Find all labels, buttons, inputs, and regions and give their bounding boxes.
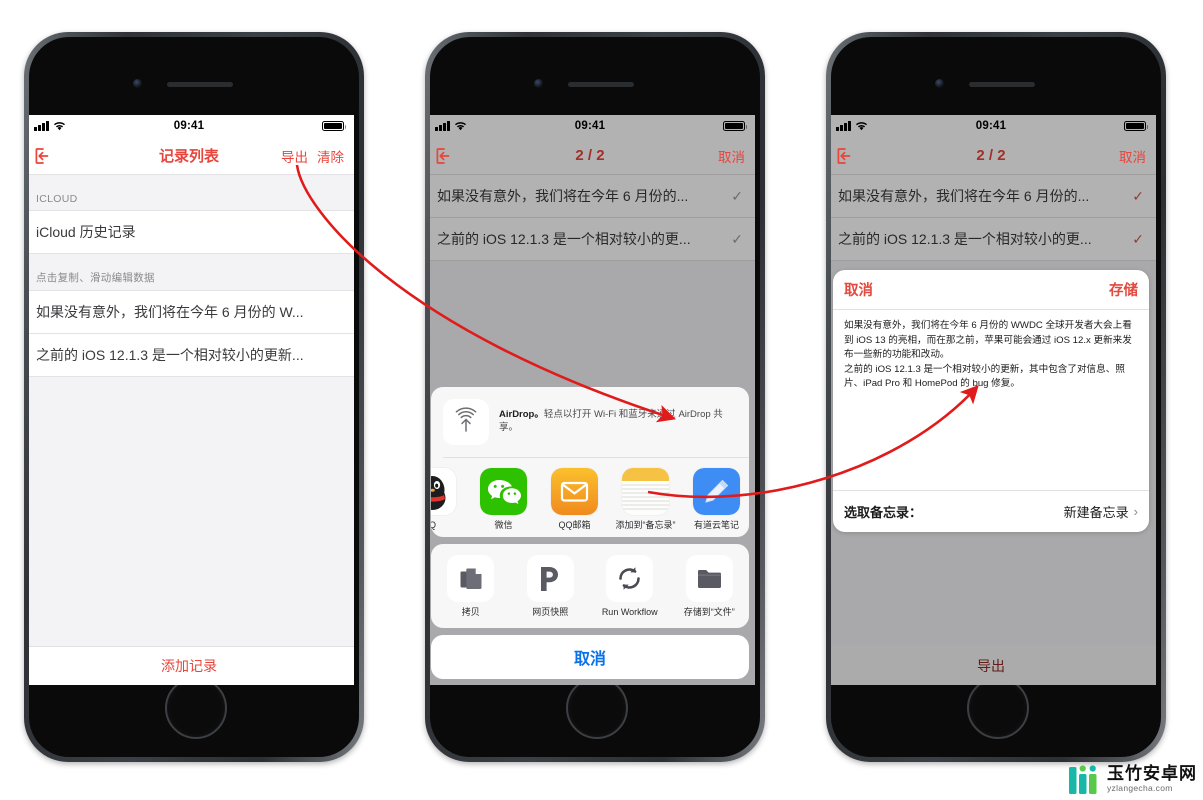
share-action-workflow[interactable]: Run Workflow xyxy=(590,555,670,619)
app-label: 微信 xyxy=(494,520,513,531)
nav-actions: 取消 xyxy=(1119,146,1146,166)
cancel-button[interactable]: 取消 xyxy=(718,146,745,166)
share-action-copy[interactable]: 拷贝 xyxy=(431,555,511,619)
add-record-button[interactable]: 添加记录 xyxy=(29,646,354,685)
app-label: 有道云笔记 xyxy=(693,520,739,531)
app-label: QQ邮箱 xyxy=(558,520,591,531)
watermark-url: yzlangecha.com xyxy=(1107,783,1173,794)
phone-record-list: 09:41 记录列表 导出 清除 ICLOUD iCloud 历史记录 点击复制… xyxy=(24,32,364,762)
phone-share-sheet: 09:41 2 / 2 取消 如果没有意外，我们将在今年 6 月份的... ✓ xyxy=(425,32,765,762)
share-action-row: 拷贝 网页快照 Run Workflow 存储到“文件” xyxy=(431,544,749,628)
record-list: ICLOUD iCloud 历史记录 点击复制、滑动编辑数据 如果没有意外，我们… xyxy=(29,175,354,685)
airdrop-row[interactable]: AirDrop。轻点以打开 Wi-Fi 和蓝牙来通过 AirDrop 共享。 xyxy=(431,387,749,457)
airdrop-text: AirDrop。轻点以打开 Wi-Fi 和蓝牙来通过 AirDrop 共享。 xyxy=(499,409,737,435)
list-item[interactable]: 之前的 iOS 12.1.3 是一个相对较小的更新... xyxy=(29,334,354,377)
phone-notes-compose: 09:41 2 / 2 取消 如果没有意外，我们将在今年 6 月份的... ✓ xyxy=(826,32,1166,762)
clear-button[interactable]: 清除 xyxy=(317,146,344,166)
phone-screen-bezel: 09:41 2 / 2 取消 如果没有意外，我们将在今年 6 月份的... ✓ xyxy=(430,37,760,757)
chevron-right-icon: › xyxy=(1133,504,1138,519)
share-action-pocket[interactable]: 网页快照 xyxy=(511,555,591,619)
status-right xyxy=(322,121,346,131)
action-label: Run Workflow xyxy=(601,607,658,618)
notes-cancel-button[interactable]: 取消 xyxy=(844,279,873,300)
copy-icon xyxy=(447,555,495,603)
notes-paragraph-2: 之前的 iOS 12.1.3 是一个相对较小的更新，其中包含了对信息、照片、iP… xyxy=(844,363,1125,390)
notes-save-button[interactable]: 存储 xyxy=(1109,279,1138,300)
notes-picker-value: 新建备忘录 xyxy=(1063,505,1129,520)
cancel-button[interactable]: 取消 xyxy=(431,635,749,679)
share-app-youdao[interactable]: 有道云笔记 xyxy=(681,468,749,531)
exit-icon[interactable] xyxy=(34,147,54,165)
list-item[interactable]: iCloud 历史记录 xyxy=(29,210,354,254)
nav-actions: 导出 清除 xyxy=(281,146,344,166)
export-button[interactable]: 导出 xyxy=(281,146,308,166)
youdao-icon xyxy=(693,468,740,516)
share-app-notes[interactable]: 添加到“备忘录” xyxy=(610,468,681,531)
notes-icon xyxy=(622,468,669,516)
notes-paragraph-1: 如果没有意外，我们将在今年 6 月份的 WWDC 全球开发者大会上看到 iOS … xyxy=(844,320,1132,361)
qqmail-icon xyxy=(551,468,598,516)
status-time: 09:41 xyxy=(173,120,205,132)
airdrop-icon xyxy=(443,399,489,446)
list-item[interactable]: 如果没有意外，我们将在今年 6 月份的 W... xyxy=(29,290,354,334)
share-app-wechat[interactable]: 微信 xyxy=(468,468,539,531)
status-bar: 09:41 xyxy=(29,115,354,137)
nav-bar: 记录列表 导出 清除 xyxy=(29,137,354,175)
home-button[interactable] xyxy=(967,677,1029,739)
notes-body[interactable]: 如果没有意外，我们将在今年 6 月份的 WWDC 全球开发者大会上看到 iOS … xyxy=(833,310,1149,490)
screen-record-list: 09:41 记录列表 导出 清除 ICLOUD iCloud 历史记录 点击复制… xyxy=(29,115,354,685)
qq-icon xyxy=(431,468,456,516)
earpiece-speaker xyxy=(167,82,233,87)
notes-picker-value-wrap: 新建备忘录 › xyxy=(1064,502,1138,521)
notes-picker-label: 选取备忘录： xyxy=(844,505,923,520)
airdrop-title: AirDrop。 xyxy=(499,409,544,421)
section-header-icloud: ICLOUD xyxy=(36,193,78,205)
exit-icon[interactable] xyxy=(836,147,856,165)
share-app-row: Q 微信 QQ邮箱 添加到“备忘录” 有道云笔记 xyxy=(431,458,749,537)
wechat-icon xyxy=(480,468,527,516)
nav-actions: 取消 xyxy=(718,146,745,166)
front-camera-icon xyxy=(534,79,543,88)
action-label: 存储到“文件” xyxy=(683,607,735,618)
action-label: 网页快照 xyxy=(532,607,569,618)
earpiece-speaker xyxy=(969,82,1035,87)
share-sheet: AirDrop。轻点以打开 Wi-Fi 和蓝牙来通过 AirDrop 共享。 Q… xyxy=(431,387,749,679)
home-button[interactable] xyxy=(566,677,628,739)
battery-icon xyxy=(322,121,346,131)
watermark: 玉竹安卓网 yzlangecha.com xyxy=(1068,762,1197,796)
cancel-button[interactable]: 取消 xyxy=(1119,146,1146,166)
front-camera-icon xyxy=(133,79,142,88)
folder-icon xyxy=(685,555,733,603)
app-label: 添加到“备忘录” xyxy=(615,520,676,531)
notes-picker-row[interactable]: 选取备忘录： 新建备忘录 › xyxy=(833,490,1149,532)
exit-icon[interactable] xyxy=(435,147,455,165)
workflow-icon xyxy=(606,555,654,603)
share-apps-card: AirDrop。轻点以打开 Wi-Fi 和蓝牙来通过 AirDrop 共享。 Q… xyxy=(431,387,749,538)
watermark-text: 玉竹安卓网 yzlangecha.com xyxy=(1107,765,1197,793)
app-label: Q xyxy=(431,520,436,531)
watermark-logo-icon xyxy=(1069,765,1097,794)
phone-screen-bezel: 09:41 2 / 2 取消 如果没有意外，我们将在今年 6 月份的... ✓ xyxy=(831,37,1161,757)
phone-screen-bezel: 09:41 记录列表 导出 清除 ICLOUD iCloud 历史记录 点击复制… xyxy=(29,37,359,757)
front-camera-icon xyxy=(935,79,944,88)
action-label: 拷贝 xyxy=(461,607,480,618)
share-action-files[interactable]: 存储到“文件” xyxy=(670,555,750,619)
watermark-title: 玉竹安卓网 xyxy=(1107,764,1197,784)
notes-sheet-header: 取消 存储 xyxy=(833,270,1149,310)
screen-notes-compose: 09:41 2 / 2 取消 如果没有意外，我们将在今年 6 月份的... ✓ xyxy=(831,115,1156,685)
share-app-qq[interactable]: Q xyxy=(431,468,468,531)
earpiece-speaker xyxy=(568,82,634,87)
section-header-hint: 点击复制、滑动编辑数据 xyxy=(36,272,155,284)
share-actions-card: 拷贝 网页快照 Run Workflow 存储到“文件” xyxy=(431,544,749,628)
home-button[interactable] xyxy=(165,677,227,739)
share-app-qqmail[interactable]: QQ邮箱 xyxy=(539,468,610,531)
screen-share-sheet: 09:41 2 / 2 取消 如果没有意外，我们将在今年 6 月份的... ✓ xyxy=(430,115,755,685)
pocket-icon xyxy=(526,555,574,603)
notes-compose-sheet: 取消 存储 如果没有意外，我们将在今年 6 月份的 WWDC 全球开发者大会上看… xyxy=(833,270,1149,532)
